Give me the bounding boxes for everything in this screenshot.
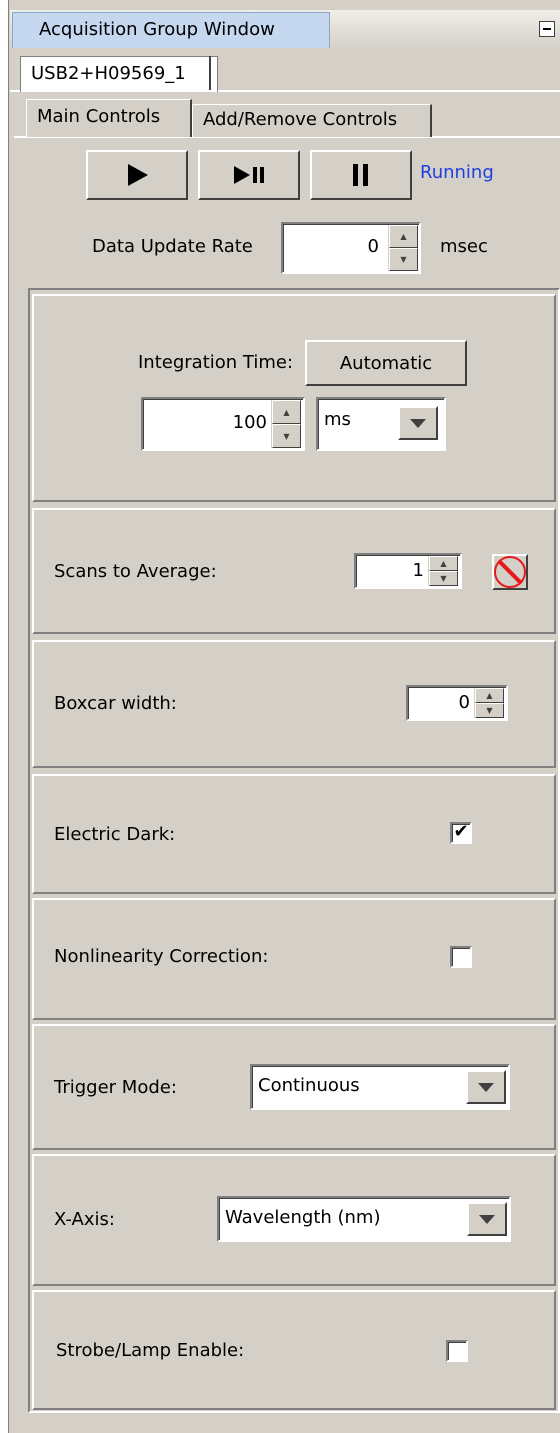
update-rate-label: Data Update Rate [92, 236, 253, 257]
scans-label: Scans to Average: [54, 561, 217, 582]
spin-up-icon[interactable]: ▲ [429, 556, 458, 571]
nonlinearity-label: Nonlinearity Correction: [54, 946, 269, 967]
single-scan-button[interactable] [198, 150, 300, 200]
integration-unit-value: ms [324, 409, 351, 430]
update-rate-spinner[interactable]: ▲ ▼ [388, 225, 418, 271]
spin-down-icon[interactable]: ▼ [389, 248, 418, 271]
minimize-icon[interactable] [539, 21, 555, 37]
chevron-down-icon[interactable] [467, 1202, 507, 1236]
electric-dark-label: Electric Dark: [54, 824, 176, 845]
spin-up-icon[interactable]: ▲ [389, 225, 418, 248]
spin-down-icon[interactable]: ▼ [272, 424, 301, 448]
nonlinearity-checkbox[interactable] [450, 946, 472, 968]
play-pause-icon [234, 166, 264, 184]
electric-dark-checkbox[interactable]: ✔ [450, 822, 472, 844]
integration-label: Integration Time: [138, 352, 294, 373]
spin-down-icon[interactable]: ▼ [429, 571, 458, 586]
chevron-down-icon[interactable] [466, 1070, 506, 1104]
strobe-checkbox[interactable] [446, 1340, 468, 1362]
pause-icon [353, 164, 368, 186]
reset-button[interactable] [492, 554, 528, 590]
spin-up-icon[interactable]: ▲ [272, 400, 301, 424]
boxcar-spinner[interactable]: ▲ ▼ [474, 688, 504, 718]
update-rate-unit: msec [440, 236, 488, 257]
window-edge [0, 0, 8, 1433]
no-entry-icon [494, 556, 526, 588]
pause-button[interactable] [310, 150, 412, 200]
play-button[interactable] [86, 150, 188, 200]
spin-up-icon[interactable]: ▲ [475, 688, 504, 703]
device-tab-edge [209, 56, 211, 90]
boxcar-label: Boxcar width: [54, 693, 177, 714]
tab-main-controls[interactable]: Main Controls [26, 99, 192, 137]
status-text: Running [420, 162, 494, 183]
strobe-label: Strobe/Lamp Enable: [56, 1340, 245, 1361]
spin-down-icon[interactable]: ▼ [475, 703, 504, 718]
trigger-mode-value: Continuous [258, 1075, 360, 1096]
integration-spinner[interactable]: ▲ ▼ [271, 400, 301, 448]
xaxis-label: X-Axis: [54, 1209, 115, 1230]
trigger-label: Trigger Mode: [54, 1077, 177, 1098]
xaxis-value: Wavelength (nm) [225, 1207, 381, 1228]
automatic-button[interactable]: Automatic [305, 340, 467, 386]
device-tab[interactable]: USB2+H09569_1 [20, 56, 218, 92]
scans-spinner[interactable]: ▲ ▼ [428, 556, 458, 586]
tab-add-remove-controls[interactable]: Add/Remove Controls [192, 104, 432, 137]
play-icon [128, 164, 148, 186]
window-title[interactable]: Acquisition Group Window [12, 12, 330, 48]
chevron-down-icon[interactable] [398, 406, 438, 440]
